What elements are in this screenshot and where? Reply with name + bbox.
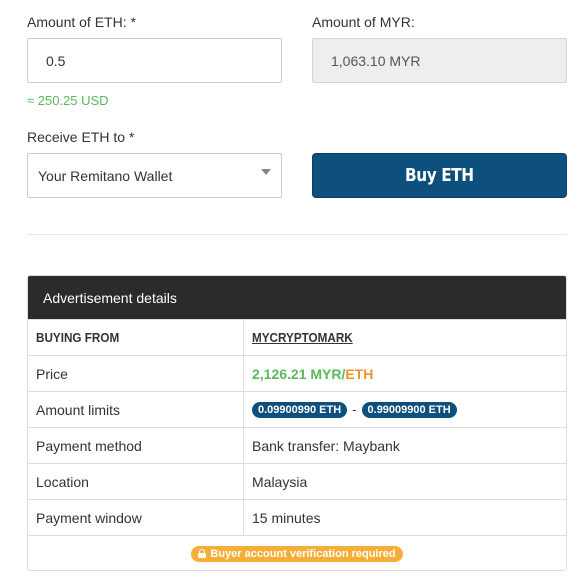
buy-eth-button[interactable]: Buy ETH	[312, 153, 567, 198]
card-title: Advertisement details	[43, 289, 177, 306]
payment-method-value: Bank transfer: Maybank	[252, 437, 400, 454]
limit-separator: -	[352, 402, 357, 417]
usd-estimate: ≈ 250.25 USD	[27, 93, 109, 108]
payment-method-label: Payment method	[28, 428, 244, 463]
table-row-buying-from: BUYING FROM MYCRYPTOMARK	[28, 319, 566, 355]
table-row-location: Location Malaysia	[28, 463, 566, 499]
caret-down-icon	[261, 169, 271, 175]
buy-eth-label: Buy ETH	[405, 165, 474, 186]
price-unit: ETH	[345, 365, 374, 382]
buying-from-label: BUYING FROM	[36, 330, 120, 345]
table-row-limits: Amount limits 0.09900990 ETH - 0.9900990…	[28, 391, 566, 427]
seller-link[interactable]: MYCRYPTOMARK	[252, 330, 353, 345]
lock-icon	[198, 549, 207, 558]
card-footer: Buyer account verification required	[28, 535, 566, 570]
receive-label: Receive ETH to *	[27, 129, 135, 145]
payment-window-value: 15 minutes	[252, 509, 321, 526]
price-label: Price	[28, 356, 244, 391]
payment-window-label: Payment window	[28, 500, 244, 535]
table-row-price: Price 2,126.21 MYR / ETH	[28, 355, 566, 391]
eth-amount-label: Amount of ETH: *	[27, 14, 136, 30]
eth-amount-input[interactable]: 0.5	[27, 38, 282, 83]
location-value: Malaysia	[252, 473, 308, 490]
myr-amount-value: 1,063.10 MYR	[331, 52, 421, 69]
limit-max-badge: 0.99009900 ETH	[361, 401, 457, 418]
receive-wallet-value: Your Remitano Wallet	[38, 167, 173, 184]
myr-amount-label: Amount of MYR:	[312, 14, 415, 30]
verification-badge: Buyer account verification required	[191, 545, 403, 562]
limit-min-badge: 0.09900990 ETH	[252, 401, 348, 418]
divider	[27, 234, 567, 235]
eth-amount-value: 0.5	[46, 52, 66, 69]
table-row-payment-window: Payment window 15 minutes	[28, 499, 566, 535]
table-row-payment-method: Payment method Bank transfer: Maybank	[28, 427, 566, 463]
advertisement-details-card: Advertisement details BUYING FROM MYCRYP…	[27, 275, 567, 571]
card-header: Advertisement details	[28, 276, 566, 319]
verification-text: Buyer account verification required	[210, 547, 396, 560]
limits-label: Amount limits	[28, 392, 244, 427]
price-value: 2,126.21 MYR	[252, 365, 342, 382]
receive-wallet-select[interactable]: Your Remitano Wallet	[27, 153, 282, 198]
location-label: Location	[28, 464, 244, 499]
myr-amount-input[interactable]: 1,063.10 MYR	[312, 38, 567, 83]
